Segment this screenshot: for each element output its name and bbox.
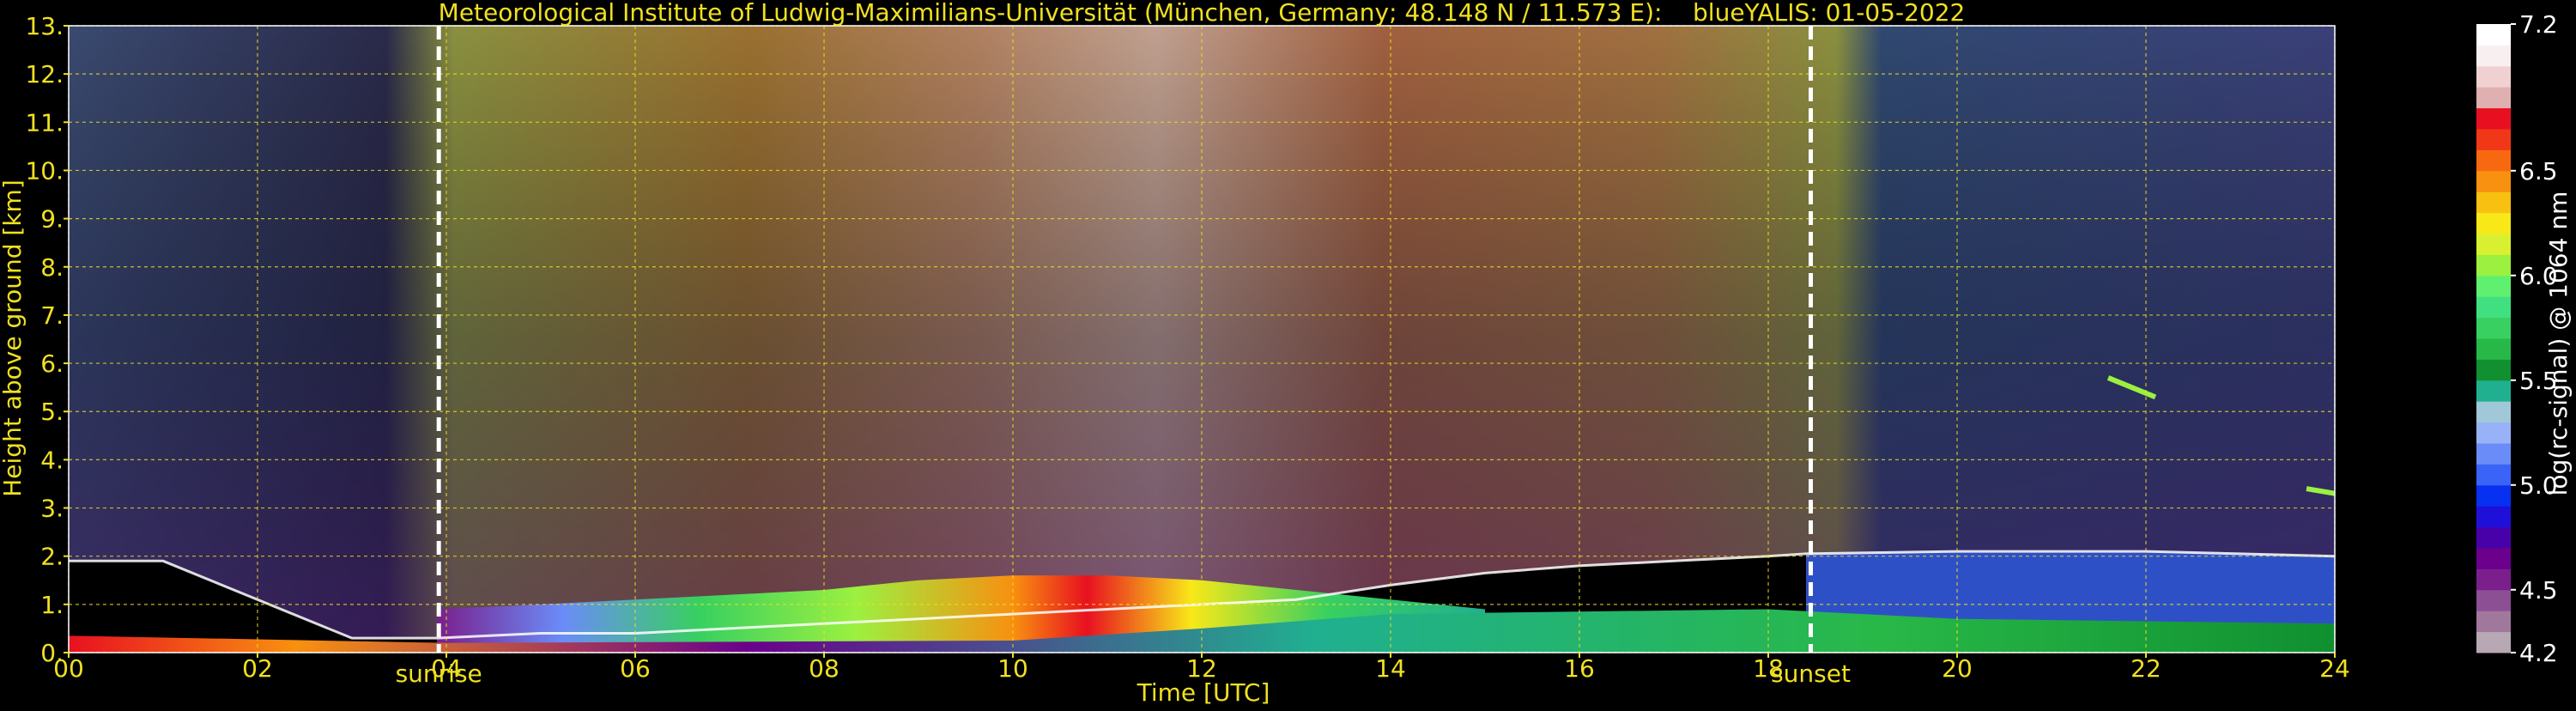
colorbar-tick-label: 4.5 — [2519, 576, 2558, 605]
chart-title: Meteorological Institute of Ludwig-Maxim… — [439, 0, 1966, 27]
colorbar-segment — [2476, 87, 2511, 109]
y-tick-label: 12. — [25, 60, 64, 88]
lidar-quicklook: sunrise sunset 00 02 04 06 08 10 12 14 16 18 20 22 24… — [0, 0, 2576, 708]
colorbar-segment — [2476, 191, 2511, 214]
colorbar-segment — [2476, 149, 2511, 172]
x-tick-label: 20 — [1942, 654, 1973, 683]
y-tick-label: 2. — [40, 543, 64, 571]
lidar-chart: sunrise sunset 00 02 04 06 08 10 12 14 16 18 20 22 24… — [0, 0, 2573, 707]
colorbar-segment — [2476, 568, 2511, 591]
x-tick-label: 02 — [242, 654, 273, 683]
colorbar-segment — [2476, 401, 2511, 423]
colorbar-segment — [2476, 317, 2511, 339]
y-axis-ticks: 0. 1. 2. 3. 4. 5. 6. 7. 8. 9. 10. 11. 12. 13. — [25, 12, 69, 667]
y-tick-label: 5. — [40, 398, 64, 426]
y-tick-label: 4. — [40, 446, 64, 474]
colorbar-segment — [2476, 359, 2511, 381]
colorbar-segment — [2476, 254, 2511, 276]
x-tick-label: 22 — [2131, 654, 2161, 683]
y-tick-label: 7. — [40, 301, 64, 330]
colorbar-segment — [2476, 129, 2511, 150]
y-tick-label: 3. — [40, 495, 64, 523]
x-axis-label: Time [UTC] — [1136, 678, 1270, 707]
colorbar-tick-label: 4.2 — [2519, 639, 2558, 667]
colorbar-segment — [2476, 631, 2511, 653]
colorbar-segment — [2476, 526, 2511, 549]
x-tick-label: 08 — [809, 654, 839, 683]
x-tick-label: 10 — [997, 654, 1028, 683]
colorbar-segment — [2476, 464, 2511, 486]
colorbar-segment — [2476, 611, 2511, 633]
x-tick-label: 06 — [620, 654, 651, 683]
colorbar-segment — [2476, 45, 2511, 67]
y-tick-label: 10. — [25, 156, 64, 185]
y-tick-label: 9. — [40, 205, 64, 234]
colorbar-segment — [2476, 548, 2511, 569]
colorbar-segment — [2476, 380, 2511, 402]
x-tick-label: 16 — [1564, 654, 1595, 683]
colorbar-segment — [2476, 24, 2511, 46]
y-tick-label: 13. — [25, 12, 64, 40]
colorbar-segment — [2476, 65, 2511, 88]
colorbar-segment — [2476, 422, 2511, 444]
y-tick-label: 11. — [25, 108, 64, 137]
x-tick-label: 14 — [1375, 654, 1406, 683]
y-tick-label: 0. — [40, 639, 64, 667]
colorbar-segment — [2476, 170, 2511, 192]
y-axis-label: Height above ground [km] — [0, 179, 27, 497]
colorbar-segment — [2476, 443, 2511, 465]
colorbar-segment — [2476, 275, 2511, 297]
y-tick-label: 1. — [40, 591, 64, 619]
x-tick-label: 18 — [1753, 654, 1784, 683]
colorbar-tick-label: 7.2 — [2519, 10, 2558, 39]
colorbar-segment — [2476, 484, 2511, 507]
colorbar-tick-label: 6.5 — [2519, 157, 2558, 185]
colorbar-segment — [2476, 338, 2511, 360]
y-tick-label: 8. — [40, 253, 64, 282]
x-tick-label: 04 — [431, 654, 462, 683]
colorbar-segment — [2476, 107, 2511, 130]
colorbar-segment — [2476, 506, 2511, 528]
colorbar-label: log(rc-signal) @ 1064 nm — [2544, 191, 2573, 496]
colorbar-segment — [2476, 234, 2511, 255]
x-tick-label: 24 — [2319, 654, 2350, 683]
colorbar-segment — [2476, 296, 2511, 319]
y-tick-label: 6. — [40, 349, 64, 378]
colorbar-segment — [2476, 212, 2511, 234]
colorbar-segment — [2476, 589, 2511, 611]
